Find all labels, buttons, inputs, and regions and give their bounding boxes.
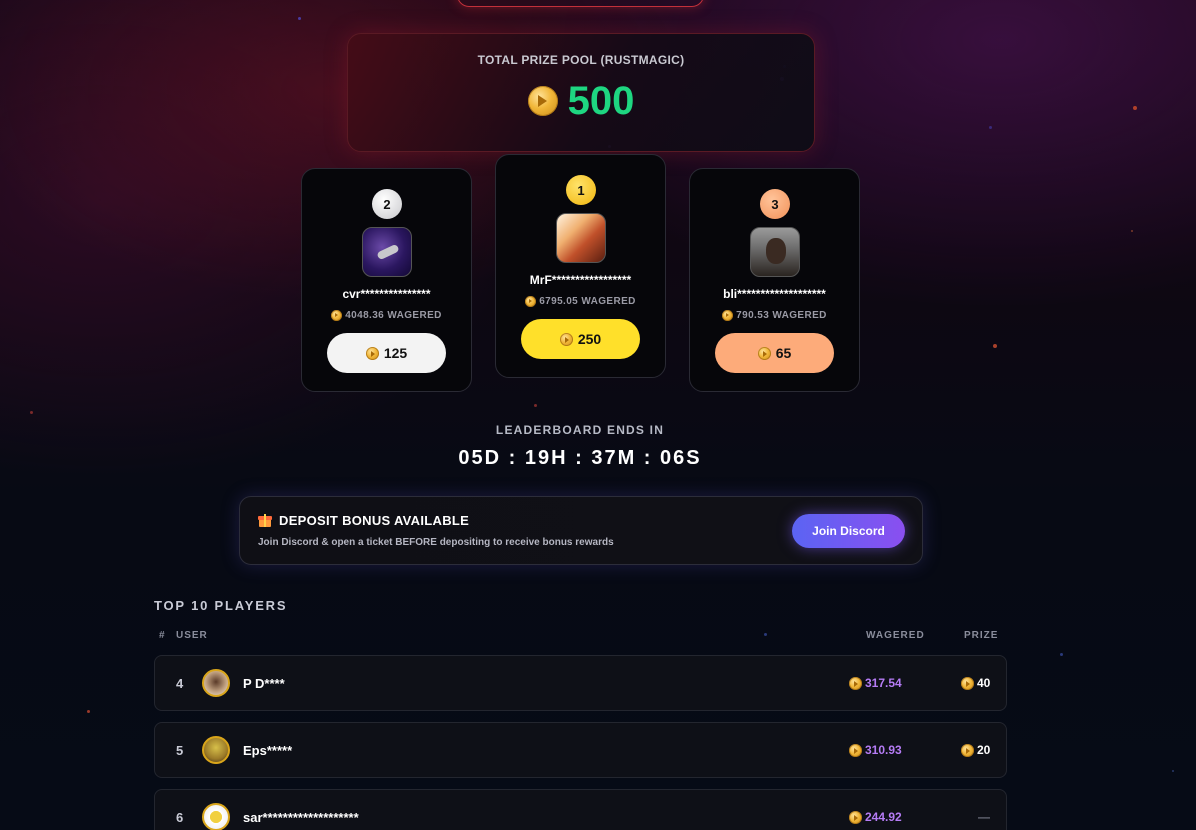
wagered-amount: 6795.05 WAGERED [496,296,665,307]
coin-icon [525,296,537,307]
column-header-user: USER [176,630,208,641]
podium-card-rank-1: 1 MrF***************** 6795.05 WAGERED 2… [495,154,666,378]
row-prize-value: 20 [977,743,991,757]
prize-pool-title: TOTAL PRIZE POOL (RUSTMAGIC) [477,53,685,67]
avatar [202,803,230,830]
coin-icon [527,86,558,116]
prize-button[interactable]: 250 [521,319,640,359]
prize-button[interactable]: 65 [715,333,834,373]
header-frame-edge [457,0,704,7]
join-discord-button[interactable]: Join Discord [792,514,905,548]
row-player-name: sar******************* [243,810,359,825]
coin-icon [849,676,862,690]
avatar [362,227,412,277]
column-header-number: # [159,630,166,641]
player-name: cvr*************** [342,287,431,301]
row-rank: 4 [176,676,184,691]
coin-icon [961,676,974,690]
coin-icon [961,743,974,757]
row-player-name: P D**** [243,676,285,691]
coin-icon [849,743,862,757]
coin-icon [757,346,771,360]
wagered-label: 6795.05 WAGERED [539,296,636,307]
row-wagered-value: 310.93 [865,743,902,757]
wagered-amount: 4048.36 WAGERED [302,310,471,321]
avatar [202,736,230,764]
wagered-label: 790.53 WAGERED [736,310,827,321]
row-wagered-value: 317.54 [865,676,902,690]
bonus-title: DEPOSIT BONUS AVAILABLE [279,513,470,528]
wagered-amount: 790.53 WAGERED [690,310,859,321]
row-prize: — [978,810,990,824]
bonus-subtitle: Join Discord & open a ticket BEFORE depo… [258,537,614,548]
player-name: MrF***************** [529,273,632,287]
coin-icon [331,310,343,321]
column-header-wagered: WAGERED [866,630,925,641]
row-wagered: 244.92 [849,810,902,824]
row-wagered-value: 244.92 [865,810,902,824]
player-name: bli******************* [723,287,826,301]
row-prize: 40 [961,676,990,690]
row-wagered: 310.93 [849,743,902,757]
prize-pool-amount: 500 [567,79,635,123]
prize-amount: 125 [383,345,408,361]
coin-icon [722,310,734,321]
podium-card-rank-2: 2 cvr*************** 4048.36 WAGERED 125 [301,168,472,392]
prize-pool-card: TOTAL PRIZE POOL (RUSTMAGIC) 500 [347,33,815,152]
bonus-title-row: DEPOSIT BONUS AVAILABLE [258,513,469,528]
rank-badge: 1 [566,175,596,205]
deposit-bonus-banner: DEPOSIT BONUS AVAILABLE Join Discord & o… [239,496,923,565]
leaderboard-ends-label: LEADERBOARD ENDS IN [495,423,665,437]
row-prize-value: 40 [977,676,991,690]
table-row[interactable]: 5 Eps***** 310.93 20 [154,722,1007,778]
table-row[interactable]: 4 P D**** 317.54 40 [154,655,1007,711]
rank-badge: 3 [760,189,790,219]
wagered-label: 4048.36 WAGERED [345,310,442,321]
top-players-title: TOP 10 PLAYERS [154,598,288,613]
rank-badge: 2 [372,189,402,219]
coin-icon [365,346,379,360]
row-rank: 5 [176,743,184,758]
row-rank: 6 [176,810,184,825]
row-wagered: 317.54 [849,676,902,690]
table-row[interactable]: 6 sar******************* 244.92 — [154,789,1007,830]
gift-icon [258,514,272,527]
coin-icon [849,810,862,824]
prize-button[interactable]: 125 [327,333,446,373]
prize-amount: 65 [775,345,792,361]
podium-card-rank-3: 3 bli******************* 790.53 WAGERED … [689,168,860,392]
prize-amount: 250 [577,331,602,347]
avatar [556,213,606,263]
countdown-timer: 05D : 19H : 37M : 06S [458,447,702,469]
avatar [202,669,230,697]
row-player-name: Eps***** [243,743,293,758]
row-prize: 20 [961,743,990,757]
column-header-prize: PRIZE [964,630,999,641]
coin-icon [559,332,573,346]
prize-pool-amount-row: 500 [348,81,814,121]
avatar [750,227,800,277]
